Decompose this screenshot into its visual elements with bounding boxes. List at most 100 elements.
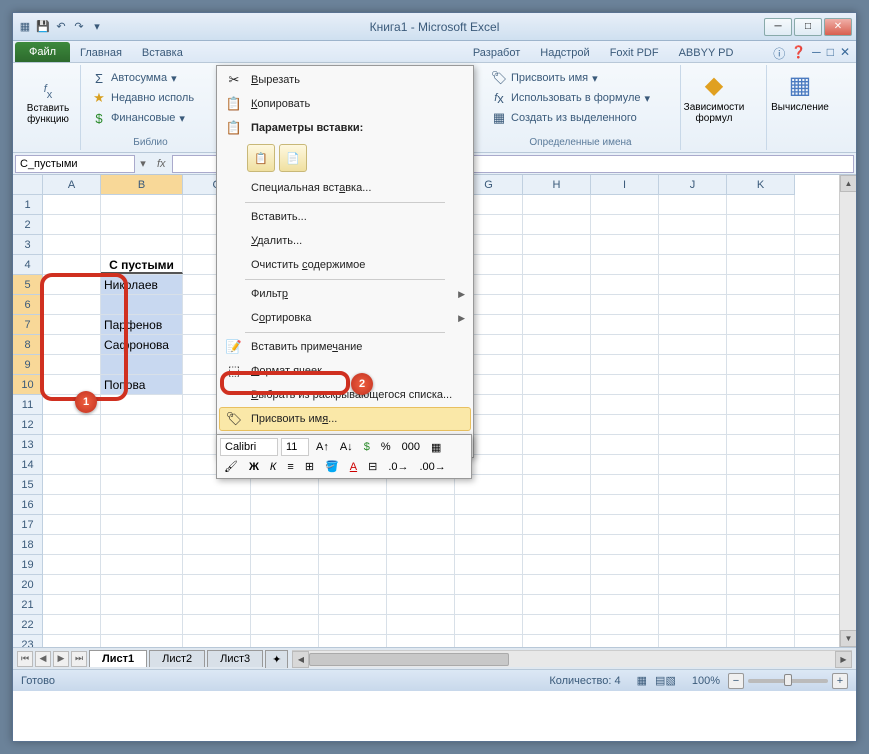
cell-H21[interactable] [523, 595, 591, 614]
cell-J10[interactable] [659, 375, 727, 394]
cell-A4[interactable] [43, 255, 101, 274]
scroll-right-icon[interactable]: ▶ [835, 651, 852, 668]
cell-J7[interactable] [659, 315, 727, 334]
menu-cut[interactable]: ✂Вырезать [219, 68, 471, 92]
cell-K12[interactable] [727, 415, 795, 434]
cell-I22[interactable] [591, 615, 659, 634]
mini-italic-icon[interactable]: К [266, 459, 280, 475]
cell-H5[interactable] [523, 275, 591, 294]
cell-K19[interactable] [727, 555, 795, 574]
cell-F18[interactable] [387, 535, 455, 554]
calculation-button[interactable]: ▦ Вычисление [773, 67, 827, 117]
cell-F22[interactable] [387, 615, 455, 634]
cell-K10[interactable] [727, 375, 795, 394]
cell-H2[interactable] [523, 215, 591, 234]
row-header-3[interactable]: 3 [13, 235, 43, 255]
doc-max-icon[interactable]: □ [827, 45, 834, 62]
tab-addins[interactable]: Надстрой [530, 44, 599, 62]
cell-H23[interactable] [523, 635, 591, 647]
row-header-4[interactable]: 4 [13, 255, 43, 275]
cell-B21[interactable] [101, 595, 183, 614]
cell-G16[interactable] [455, 495, 523, 514]
minimize-ribbon-icon[interactable]: ⓘ [773, 45, 785, 62]
qat-dropdown-icon[interactable]: ▾ [89, 19, 105, 35]
row-header-9[interactable]: 9 [13, 355, 43, 375]
cell-I9[interactable] [591, 355, 659, 374]
mini-align-icon[interactable]: ≡ [283, 459, 297, 475]
cell-A22[interactable] [43, 615, 101, 634]
cell-D20[interactable] [251, 575, 319, 594]
cell-J9[interactable] [659, 355, 727, 374]
cell-J18[interactable] [659, 535, 727, 554]
cell-A12[interactable] [43, 415, 101, 434]
cell-J5[interactable] [659, 275, 727, 294]
cell-J14[interactable] [659, 455, 727, 474]
cell-K9[interactable] [727, 355, 795, 374]
new-sheet-button[interactable]: ✦ [265, 650, 288, 668]
tab-developer[interactable]: Разработ [463, 44, 530, 62]
row-header-17[interactable]: 17 [13, 515, 43, 535]
cell-G21[interactable] [455, 595, 523, 614]
cell-F16[interactable] [387, 495, 455, 514]
mini-dollar-icon[interactable]: $ [360, 439, 374, 455]
zoom-in-button[interactable]: + [832, 673, 848, 689]
cell-K17[interactable] [727, 515, 795, 534]
view-layout-icon[interactable]: ▤ [655, 674, 665, 687]
cell-E21[interactable] [319, 595, 387, 614]
cell-E22[interactable] [319, 615, 387, 634]
cell-A1[interactable] [43, 195, 101, 214]
mini-comma-icon[interactable]: 000 [398, 439, 424, 455]
doc-min-icon[interactable]: ─ [812, 45, 821, 62]
cell-J1[interactable] [659, 195, 727, 214]
menu-assign-name[interactable]: 🏷Присвоить имя... [219, 407, 471, 431]
cell-B10[interactable]: Попова [101, 375, 183, 394]
col-header-A[interactable]: A [43, 175, 101, 194]
cell-I4[interactable] [591, 255, 659, 274]
fx-button[interactable]: fx [157, 158, 166, 170]
row-header-23[interactable]: 23 [13, 635, 43, 647]
cell-A19[interactable] [43, 555, 101, 574]
col-header-B[interactable]: B [101, 175, 183, 194]
cell-A13[interactable] [43, 435, 101, 454]
maximize-button[interactable]: □ [794, 18, 822, 36]
cell-C22[interactable] [183, 615, 251, 634]
scroll-up-icon[interactable]: ▲ [840, 175, 856, 192]
cell-E17[interactable] [319, 515, 387, 534]
row-header-15[interactable]: 15 [13, 475, 43, 495]
cell-F21[interactable] [387, 595, 455, 614]
cell-K5[interactable] [727, 275, 795, 294]
create-from-selection-button[interactable]: ▦Создать из выделенного [487, 109, 674, 127]
cell-K1[interactable] [727, 195, 795, 214]
cell-C18[interactable] [183, 535, 251, 554]
mini-increase-font-icon[interactable]: A↑ [312, 439, 333, 455]
cell-H20[interactable] [523, 575, 591, 594]
cell-H7[interactable] [523, 315, 591, 334]
cell-J23[interactable] [659, 635, 727, 647]
horizontal-scrollbar[interactable]: ◀ ▶ [292, 650, 852, 667]
cell-C20[interactable] [183, 575, 251, 594]
cell-K6[interactable] [727, 295, 795, 314]
cell-G23[interactable] [455, 635, 523, 647]
cell-D17[interactable] [251, 515, 319, 534]
view-pagebreak-icon[interactable]: ▧ [665, 674, 675, 687]
cell-J8[interactable] [659, 335, 727, 354]
cell-I5[interactable] [591, 275, 659, 294]
name-box[interactable]: С_пустыми [15, 155, 135, 173]
mini-font[interactable]: Calibri [220, 438, 278, 456]
row-header-11[interactable]: 11 [13, 395, 43, 415]
cell-H1[interactable] [523, 195, 591, 214]
mini-merge-icon[interactable]: ⊟ [364, 458, 381, 475]
cell-A3[interactable] [43, 235, 101, 254]
cell-J17[interactable] [659, 515, 727, 534]
menu-clear[interactable]: Очистить содержимое [219, 253, 471, 277]
menu-paste-special[interactable]: Специальная вставка... [219, 176, 471, 200]
cell-K11[interactable] [727, 395, 795, 414]
mini-percent-icon[interactable]: % [377, 439, 395, 455]
autosum-button[interactable]: ΣАвтосумма ▾ [87, 69, 214, 87]
cell-K14[interactable] [727, 455, 795, 474]
row-header-19[interactable]: 19 [13, 555, 43, 575]
scroll-left-icon[interactable]: ◀ [292, 651, 309, 668]
cell-A9[interactable] [43, 355, 101, 374]
cell-F20[interactable] [387, 575, 455, 594]
cell-E23[interactable] [319, 635, 387, 647]
